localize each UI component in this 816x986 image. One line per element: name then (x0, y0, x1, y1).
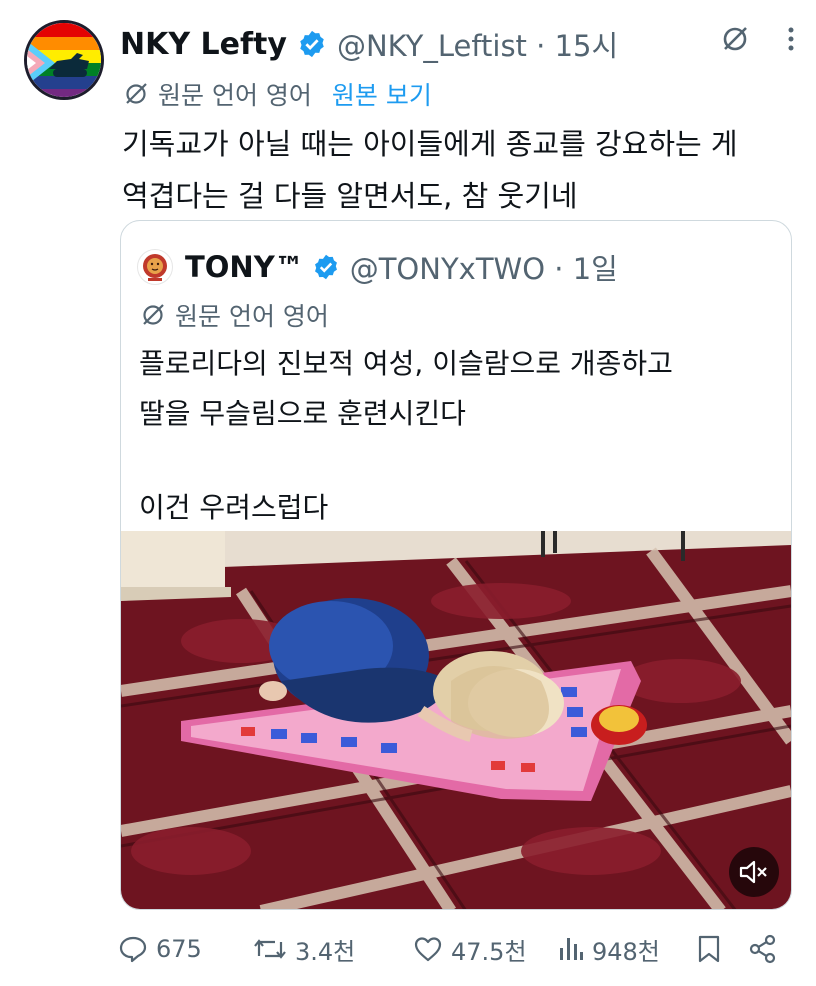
verified-icon (300, 30, 324, 58)
share-button[interactable] (748, 934, 788, 964)
reply-count: 675 (156, 935, 202, 963)
translate-icon (143, 304, 164, 325)
mute-icon (739, 860, 767, 884)
repost-button[interactable]: 3.4천 (253, 932, 413, 967)
views-button[interactable]: 948천 (558, 932, 696, 967)
video-frame-image (121, 531, 791, 909)
repost-count: 3.4천 (295, 937, 356, 966)
grok-icon[interactable] (720, 24, 750, 54)
tweet-text: 기독교가 아닐 때는 아이들에게 종교를 강요하는 게 역겹다는 걸 다들 알면… (122, 118, 802, 222)
quoted-tweet-text: 플로리다의 진보적 여성, 이슬람으로 개종하고 딸을 무슬림으로 훈련시킨다 … (139, 339, 779, 533)
quoted-tweet-header: TONY™ @TONYxTWO · 1일 (137, 247, 618, 287)
like-icon (414, 937, 442, 962)
reply-button[interactable]: 675 (118, 934, 253, 964)
author-name[interactable]: NKY Lefty (120, 27, 287, 62)
share-icon (749, 934, 776, 964)
translation-label: 원문 언어 영어 (158, 81, 312, 110)
tweet-actions: 675 3.4천 47.5천 948천 (118, 926, 798, 972)
quoted-video[interactable] (121, 531, 791, 909)
quoted-author-avatar[interactable] (137, 249, 173, 285)
bookmark-icon (698, 935, 720, 963)
tweet-text-line: 기독교가 아닐 때는 아이들에게 종교를 강요하는 게 (122, 127, 738, 161)
more-icon[interactable] (786, 24, 796, 54)
like-button[interactable]: 47.5천 (413, 932, 558, 967)
quoted-translation-label: 원문 언어 영어 (175, 302, 329, 331)
rainbow-flag-avatar-image (27, 23, 101, 97)
header-actions (720, 24, 796, 54)
quoted-text-line: 딸을 무슬림으로 훈련시킨다 (139, 397, 466, 430)
verified-icon (314, 254, 337, 280)
mute-button[interactable] (729, 847, 779, 897)
quoted-translation-row: 원문 언어 영어 (139, 297, 329, 333)
tweet-header: NKY Lefty @NKY_Leftist · 15시 (120, 22, 796, 66)
translate-icon (126, 83, 147, 104)
author-avatar[interactable] (24, 20, 104, 100)
quoted-text-line: 플로리다의 진보적 여성, 이슬람으로 개종하고 (139, 347, 673, 380)
bookmark-button[interactable] (696, 934, 748, 964)
show-original-link[interactable]: 원본 보기 (332, 76, 432, 112)
translation-row: 원문 언어 영어 원본 보기 (122, 76, 432, 112)
quoted-author-handle-time[interactable]: @TONYxTWO · 1일 (350, 246, 618, 288)
views-icon (560, 938, 583, 960)
quoted-text-line: 이건 우려스럽다 (139, 491, 329, 524)
reply-icon (119, 936, 147, 963)
like-count: 47.5천 (451, 937, 527, 966)
views-count: 948천 (592, 937, 660, 966)
repost-icon (254, 939, 286, 959)
tweet-text-line: 역겹다는 걸 다들 알면서도, 참 웃기네 (122, 179, 578, 213)
author-handle-time[interactable]: @NKY_Leftist · 15시 (337, 23, 618, 65)
lion-logo-icon (143, 254, 167, 281)
quoted-tweet[interactable]: TONY™ @TONYxTWO · 1일 원문 언어 영어 플로리다의 진보적 … (120, 220, 792, 910)
quoted-author-name[interactable]: TONY™ (185, 250, 304, 284)
